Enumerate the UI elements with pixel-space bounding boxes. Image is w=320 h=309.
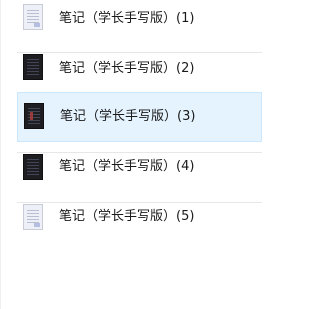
file-name: 笔记（学长手写版）(1) xyxy=(59,11,195,26)
document-thumbnail-icon xyxy=(23,204,43,230)
document-thumbnail-icon xyxy=(23,4,43,30)
file-name: 笔记（学长手写版）(4) xyxy=(59,159,195,174)
file-item-4[interactable]: 笔记（学长手写版）(4) xyxy=(17,144,262,192)
file-name: 笔记（学长手写版）(5) xyxy=(59,209,195,224)
file-item-2[interactable]: 笔记（学长手写版）(2) xyxy=(17,44,262,92)
file-name: 笔记（学长手写版）(3) xyxy=(60,109,196,124)
file-name: 笔记（学长手写版）(2) xyxy=(59,61,195,76)
document-thumbnail-icon xyxy=(23,54,43,80)
file-item-5[interactable]: 笔记（学长手写版）(5) xyxy=(17,194,262,242)
window-left-edge xyxy=(0,0,1,309)
file-item-3[interactable]: 笔记（学长手写版）(3) xyxy=(17,92,262,142)
file-item-1[interactable]: 笔记（学长手写版）(1) xyxy=(17,0,262,42)
document-thumbnail-icon xyxy=(24,103,44,129)
document-thumbnail-icon xyxy=(23,154,43,180)
